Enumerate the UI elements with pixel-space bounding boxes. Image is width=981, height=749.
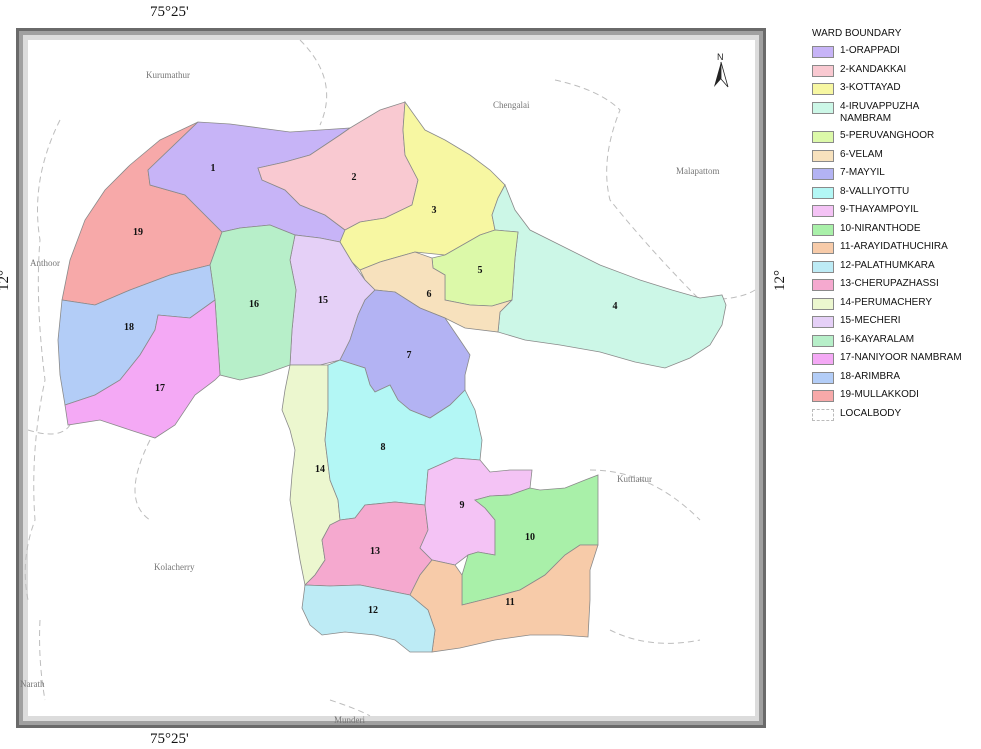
legend-label: 9-THAYAMPOYIL — [840, 204, 919, 215]
legend-item-localbody: LOCALBODY — [812, 408, 977, 421]
legend-item: 5-PERUVANGHOOR — [812, 130, 977, 143]
legend-label: 18-ARIMBRA — [840, 370, 901, 382]
legend-label: 2-KANDAKKAI — [840, 63, 907, 75]
ward-label-3: 3 — [432, 205, 437, 216]
legend-swatch — [812, 149, 834, 162]
ward-label-17: 17 — [155, 383, 165, 394]
coord-label-left: 12° — [0, 270, 12, 291]
legend-swatch — [812, 353, 834, 365]
legend-item: 1-ORAPPADI — [812, 45, 977, 58]
legend-item: 16-KAYARALAM — [812, 334, 977, 347]
legend-item: 17-NANIYOOR NAMBRAM — [812, 352, 977, 365]
legend-item: 10-NIRANTHODE — [812, 223, 977, 236]
ward-label-10: 10 — [525, 532, 535, 543]
place-kuttiattur: Kuttiattur — [617, 474, 652, 484]
coord-label-bottom: 75°25' — [150, 731, 189, 747]
ward-label-2: 2 — [352, 172, 357, 183]
legend-label: 11-ARAYIDATHUCHIRA — [840, 241, 948, 252]
legend-swatch — [812, 334, 834, 347]
legend-label: 10-NIRANTHODE — [840, 222, 921, 234]
ward-label-14: 14 — [315, 464, 325, 475]
legend-swatch — [812, 316, 834, 328]
legend-item: 4-IRUVAPPUZHA NAMBRAM — [812, 101, 977, 125]
legend-label: 14-PERUMACHERY — [840, 296, 933, 308]
place-malapattom: Malapattom — [676, 166, 720, 176]
place-anthoor: Anthoor — [30, 258, 60, 268]
legend-item: 19-MULLAKKODI — [812, 389, 977, 402]
legend-label: 19-MULLAKKODI — [840, 389, 919, 400]
legend-swatch — [812, 297, 834, 310]
legend-item: 15-MECHERI — [812, 315, 977, 328]
coord-label-top: 75°25' — [150, 4, 189, 20]
legend-swatch — [812, 260, 834, 273]
legend-label: 16-KAYARALAM — [840, 333, 915, 345]
legend-swatch — [812, 168, 834, 180]
legend-label: 15-MECHERI — [840, 315, 901, 326]
ward-label-11: 11 — [505, 597, 514, 608]
legend-swatch — [812, 131, 834, 143]
legend-item: 11-ARAYIDATHUCHIRA — [812, 241, 977, 254]
place-munderi: Munderi — [334, 715, 365, 725]
place-narath: Narath — [20, 679, 45, 689]
legend-label: 5-PERUVANGHOOR — [840, 130, 935, 141]
legend-swatch — [812, 205, 834, 217]
legend-label: 7-MAYYIL — [840, 167, 885, 178]
legend-label: 8-VALLIYOTTU — [840, 185, 910, 197]
legend-swatch — [812, 390, 834, 402]
legend-item: 13-CHERUPAZHASSI — [812, 278, 977, 291]
legend-label: 4-IRUVAPPUZHA NAMBRAM — [840, 100, 919, 124]
ward-label-12: 12 — [368, 605, 378, 616]
ward-label-19: 19 — [133, 227, 143, 238]
place-chengalai: Chengalai — [493, 100, 530, 110]
legend-swatch — [812, 64, 834, 77]
legend-swatch — [812, 101, 834, 114]
legend-item: 18-ARIMBRA — [812, 371, 977, 384]
legend-label: 17-NANIYOOR NAMBRAM — [840, 352, 962, 363]
legend: WARD BOUNDARY 1-ORAPPADI 2-KANDAKKAI 3-KOT… — [812, 28, 977, 426]
ward-label-7: 7 — [407, 350, 412, 361]
legend-item: 12-PALATHUMKARA — [812, 260, 977, 273]
ward-label-5: 5 — [478, 265, 483, 276]
legend-swatch — [812, 46, 834, 58]
legend-label: 12-PALATHUMKARA — [840, 259, 935, 271]
ward-label-6: 6 — [427, 289, 432, 300]
legend-label: 1-ORAPPADI — [840, 45, 900, 56]
legend-item: 9-THAYAMPOYIL — [812, 204, 977, 217]
ward-label-8: 8 — [381, 442, 386, 453]
ward-label-13: 13 — [370, 546, 380, 557]
legend-label: 3-KOTTAYAD — [840, 82, 901, 93]
legend-item: 8-VALLIYOTTU — [812, 186, 977, 199]
legend-swatch — [812, 242, 834, 254]
legend-label-localbody: LOCALBODY — [840, 407, 902, 419]
legend-swatch — [812, 186, 834, 199]
legend-item: 7-MAYYIL — [812, 167, 977, 180]
legend-items: 1-ORAPPADI 2-KANDAKKAI 3-KOTTAYAD 4-IRUVAPP… — [812, 45, 977, 402]
legend-label: 13-CHERUPAZHASSI — [840, 278, 939, 289]
legend-title: WARD BOUNDARY — [812, 28, 902, 39]
legend-swatch — [812, 223, 834, 236]
coord-label-right: 12° — [772, 270, 788, 291]
legend-swatch — [812, 83, 834, 95]
ward-label-18: 18 — [124, 322, 134, 333]
ward-label-4: 4 — [613, 301, 618, 312]
north-arrow-label: N — [717, 52, 724, 62]
place-kurumathur: Kurumathur — [146, 70, 190, 80]
ward-label-1: 1 — [211, 163, 216, 174]
legend-label: 6-VELAM — [840, 148, 883, 160]
legend-swatch-localbody — [812, 408, 834, 421]
legend-swatch — [812, 279, 834, 291]
place-kolacherry: Kolacherry — [154, 562, 195, 572]
ward-label-9: 9 — [460, 500, 465, 511]
legend-item: 6-VELAM — [812, 149, 977, 162]
legend-item: 14-PERUMACHERY — [812, 297, 977, 310]
legend-item: 3-KOTTAYAD — [812, 82, 977, 95]
legend-item: 2-KANDAKKAI — [812, 64, 977, 77]
legend-swatch — [812, 371, 834, 384]
ward-label-15: 15 — [318, 295, 328, 306]
ward-label-16: 16 — [249, 299, 259, 310]
